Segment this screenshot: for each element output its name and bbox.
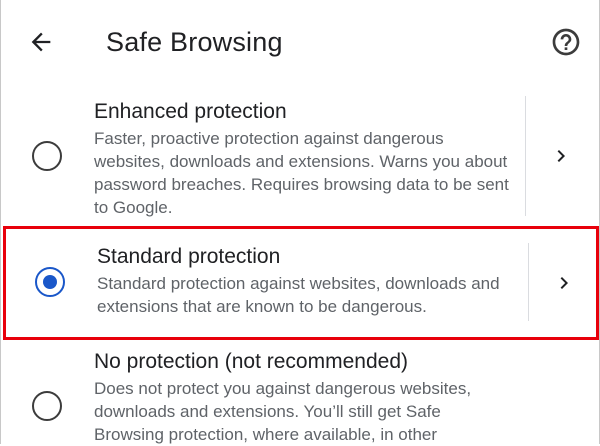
option-standard-protection[interactable]: Standard protection Standard protection …: [3, 226, 599, 340]
chevron-right-icon[interactable]: [549, 144, 573, 168]
radio-standard-protection[interactable]: [35, 267, 65, 297]
help-circle-icon: [552, 28, 580, 56]
help-button[interactable]: [545, 22, 587, 62]
vertical-divider: [528, 243, 529, 321]
option-text: Standard protection Standard protection …: [97, 243, 517, 318]
option-description: Does not protect you against dangerous w…: [94, 379, 472, 444]
option-text: Enhanced protection Faster, proactive pr…: [94, 98, 514, 219]
vertical-divider: [525, 96, 526, 216]
app-bar: Safe Browsing: [1, 0, 600, 80]
option-text: No protection (not recommended) Does not…: [94, 348, 514, 446]
back-button[interactable]: [21, 22, 61, 62]
option-description: Standard protection against websites, do…: [97, 274, 500, 316]
option-title: Standard protection: [97, 245, 281, 268]
radio-no-protection[interactable]: [32, 391, 62, 421]
arrow-left-icon: [31, 32, 51, 52]
option-title: Enhanced protection: [94, 100, 287, 123]
option-description: Faster, proactive protection against dan…: [94, 129, 509, 217]
page-title: Safe Browsing: [106, 27, 283, 57]
chevron-right-icon[interactable]: [552, 271, 576, 295]
option-enhanced-protection[interactable]: Enhanced protection Faster, proactive pr…: [1, 92, 600, 222]
option-no-protection[interactable]: No protection (not recommended) Does not…: [1, 344, 600, 444]
option-title: No protection (not recommended): [94, 350, 408, 373]
radio-enhanced-protection[interactable]: [32, 141, 62, 171]
